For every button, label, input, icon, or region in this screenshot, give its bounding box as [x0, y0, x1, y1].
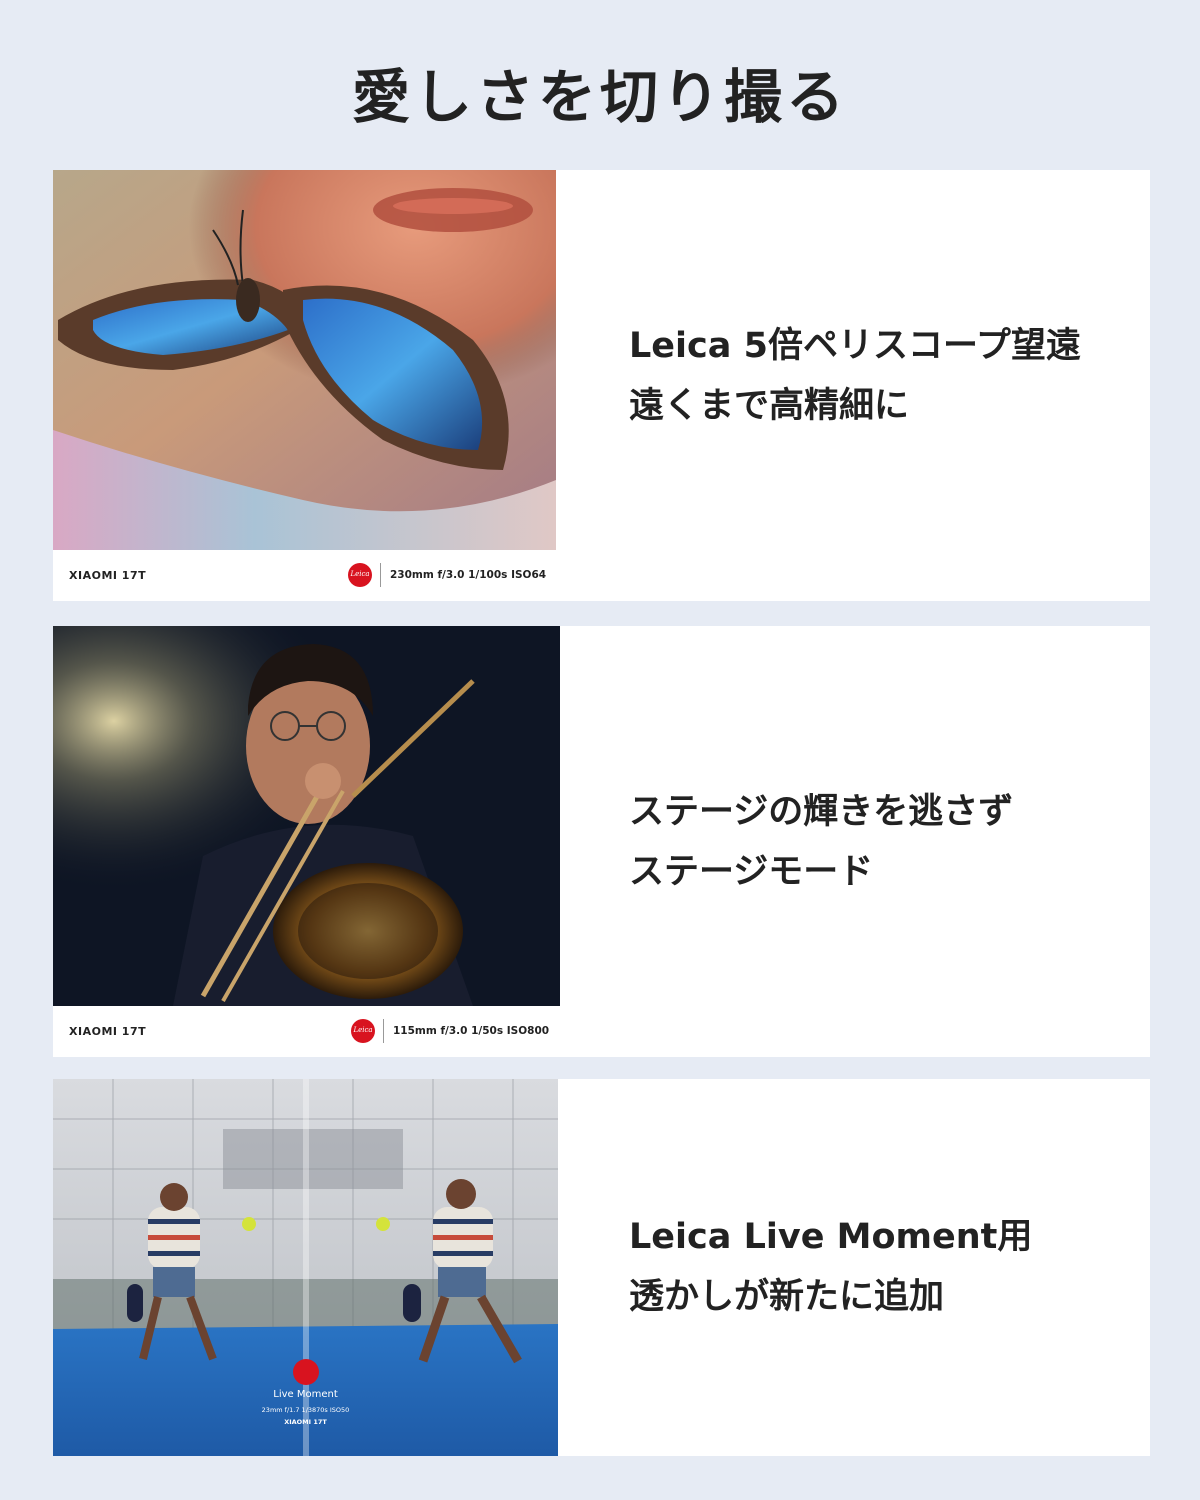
page-title: 愛しさを切り撮る: [351, 63, 848, 131]
padel-photo: Live Moment 23mm f/1.7 1/3870s ISO50 XIA…: [53, 1079, 558, 1456]
camera-brand-label: XIAOMI 17T: [69, 569, 147, 582]
camera-brand-label: XIAOMI 17T: [69, 1025, 147, 1038]
card-subline: ステージモード: [629, 852, 874, 892]
butterfly-photo: [53, 170, 556, 550]
photo-caption-bar: XIAOMI 17T Leica 230mm f/3.0 1/100s ISO6…: [53, 550, 556, 601]
trombone-photo: [53, 626, 560, 1006]
photo-caption-bar: XIAOMI 17T Leica 115mm f/3.0 1/50s ISO80…: [53, 1006, 560, 1057]
card-text: ステージの輝きを逃さず ステージモード: [629, 782, 1013, 902]
card-subline: 透かしが新たに追加: [629, 1277, 945, 1317]
card-headline: ステージの輝きを逃さず: [629, 792, 1014, 832]
leica-logo-icon: Leica: [348, 563, 372, 587]
caption-divider: [383, 1019, 384, 1043]
card-headline: Leica 5倍ペリスコープ望遠: [629, 326, 1081, 366]
card-headline: Leica Live Moment用: [629, 1217, 1033, 1257]
live-moment-title: Live Moment: [273, 1389, 338, 1400]
card-text: Leica Live Moment用 透かしが新たに追加: [629, 1207, 1032, 1327]
leica-logo-icon: Leica: [351, 1019, 375, 1043]
live-moment-brand: XIAOMI 17T: [284, 1418, 327, 1426]
card-text: Leica 5倍ペリスコープ望遠 遠くまで高精細に: [629, 316, 1081, 436]
exif-label: 230mm f/3.0 1/100s ISO64: [390, 569, 547, 581]
card-subline: 遠くまで高精細に: [629, 386, 910, 426]
feature-card-live-moment: Live Moment 23mm f/1.7 1/3870s ISO50 XIA…: [53, 1079, 1150, 1456]
live-moment-exif: 23mm f/1.7 1/3870s ISO50: [261, 1406, 350, 1414]
leica-logo-icon: [293, 1359, 319, 1385]
exif-label: 115mm f/3.0 1/50s ISO800: [393, 1025, 550, 1037]
feature-card-stage: XIAOMI 17T Leica 115mm f/3.0 1/50s ISO80…: [53, 626, 1150, 1057]
caption-divider: [380, 563, 381, 587]
feature-card-telephoto: XIAOMI 17T Leica 230mm f/3.0 1/100s ISO6…: [53, 170, 1150, 601]
